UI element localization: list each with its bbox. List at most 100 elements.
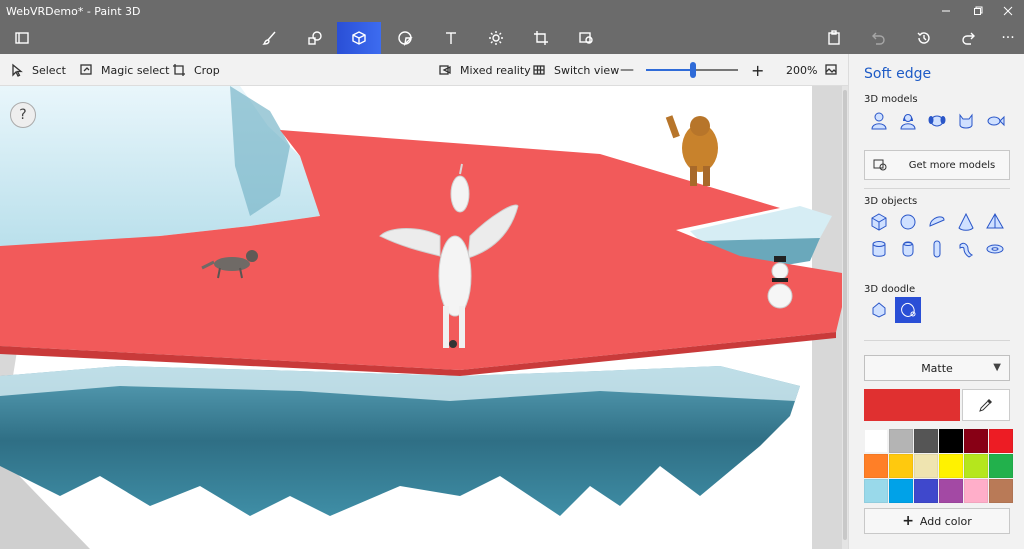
paste-icon [828, 30, 840, 45]
select-label: Select [32, 63, 66, 77]
add-color-label: Add color [919, 514, 972, 528]
select-button[interactable]: Select [10, 54, 66, 86]
canvas-area[interactable] [0, 86, 848, 549]
current-color-swatch[interactable] [864, 389, 960, 421]
palette-swatch[interactable] [864, 429, 888, 453]
redo-button[interactable] [947, 22, 991, 54]
doodle-soft-edge-button[interactable] [895, 297, 921, 323]
palette-swatch[interactable] [914, 429, 938, 453]
cat-icon [959, 113, 973, 129]
object-cylinder-button[interactable] [866, 236, 892, 262]
object-capsule-button[interactable] [924, 236, 950, 262]
palette-swatch[interactable] [964, 479, 988, 503]
switch-view-button[interactable]: Switch view [532, 54, 619, 86]
canvas-crop-icon [534, 31, 548, 45]
menu-button[interactable] [0, 22, 44, 54]
get-more-models-label: Get more models [908, 159, 996, 171]
palette-swatch[interactable] [964, 454, 988, 478]
palette-swatch[interactable] [939, 429, 963, 453]
magic-select-button[interactable]: Magic select [79, 54, 170, 86]
palette-swatch[interactable] [889, 429, 913, 453]
palette-swatch[interactable] [989, 429, 1013, 453]
cube-icon [352, 31, 366, 45]
command-bar: Select Magic select Crop Mixed reality S… [0, 54, 848, 86]
crop-button[interactable]: Crop [172, 54, 220, 86]
eyedropper-button[interactable] [962, 389, 1010, 421]
title-bar: WebVRDemo* - Paint 3D [0, 0, 1024, 22]
palette-swatch[interactable] [864, 454, 888, 478]
object-torus-curve-button[interactable] [953, 236, 979, 262]
mixed-reality-label: Mixed reality [460, 63, 531, 77]
canvas-tool[interactable] [519, 22, 563, 54]
cylinder-icon [872, 241, 886, 257]
undo-button[interactable] [856, 22, 900, 54]
palette-swatch[interactable] [889, 479, 913, 503]
scene-3d[interactable] [0, 86, 848, 549]
cube-icon [871, 213, 887, 231]
model-cat-button[interactable] [953, 108, 979, 134]
object-pyramid-button[interactable] [982, 209, 1008, 235]
zoom-level: 200% [786, 63, 818, 77]
help-button[interactable]: ? [10, 102, 36, 128]
palette-swatch[interactable] [939, 479, 963, 503]
shapes-2d-icon [308, 31, 322, 45]
folder-icon [15, 32, 29, 44]
object-cone-button[interactable] [953, 209, 979, 235]
object-tube-button[interactable] [895, 236, 921, 262]
remix-icon [873, 159, 887, 171]
zoom-in-button[interactable]: + [751, 54, 764, 86]
2d-shapes-tool[interactable] [293, 22, 337, 54]
brushes-tool[interactable] [248, 22, 292, 54]
object-sphere-button[interactable] [895, 209, 921, 235]
magic-select-icon [80, 64, 92, 75]
side-panel: Soft edge 3D models Get more models 3D o… [848, 54, 1024, 549]
model-woman-button[interactable] [895, 108, 921, 134]
objects-section-label: 3D objects [864, 196, 918, 207]
image-view-icon [825, 64, 837, 75]
tube-icon [902, 241, 914, 257]
doodle-sharp-edge-button[interactable] [866, 297, 892, 323]
zoom-slider-thumb[interactable] [690, 62, 696, 78]
zoom-out-button[interactable]: — [620, 54, 634, 86]
palette-swatch[interactable] [914, 479, 938, 503]
get-more-models-button[interactable]: Get more models [864, 150, 1010, 180]
maximize-button[interactable] [962, 0, 994, 22]
undo-icon [872, 32, 885, 45]
plus-icon: + [902, 513, 914, 529]
redo-icon [962, 32, 975, 45]
palette-swatch[interactable] [914, 454, 938, 478]
model-dog-button[interactable] [924, 108, 950, 134]
remix-3d-tool[interactable] [564, 22, 608, 54]
minimize-button[interactable] [930, 0, 962, 22]
scrollbar-thumb[interactable] [843, 90, 847, 540]
effects-tool[interactable] [474, 22, 518, 54]
mixed-reality-button[interactable]: Mixed reality [438, 54, 531, 86]
object-donut-button[interactable] [982, 236, 1008, 262]
paste-button[interactable] [812, 22, 856, 54]
3d-shapes-tool[interactable] [337, 22, 381, 54]
color-palette [864, 429, 1013, 503]
add-color-button[interactable]: + Add color [864, 508, 1010, 534]
palette-swatch[interactable] [889, 454, 913, 478]
close-button[interactable] [992, 0, 1024, 22]
palette-swatch[interactable] [939, 454, 963, 478]
donut-icon [986, 244, 1004, 254]
object-cube-button[interactable] [866, 209, 892, 235]
palette-swatch[interactable] [989, 454, 1013, 478]
fit-view-button[interactable] [824, 54, 838, 86]
history-icon [917, 32, 930, 44]
model-fish-button[interactable] [982, 108, 1008, 134]
more-button[interactable]: ··· [986, 22, 1024, 54]
object-hemisphere-button[interactable] [924, 209, 950, 235]
material-dropdown[interactable]: Matte ▼ [864, 355, 1010, 381]
main-toolbar: ··· [0, 22, 1024, 54]
model-person-button[interactable] [866, 108, 892, 134]
pyramid-icon [986, 212, 1004, 229]
palette-swatch[interactable] [864, 479, 888, 503]
palette-swatch[interactable] [989, 479, 1013, 503]
sun-icon [489, 31, 503, 45]
palette-swatch[interactable] [964, 429, 988, 453]
text-tool[interactable] [429, 22, 473, 54]
stickers-tool[interactable] [383, 22, 427, 54]
history-button[interactable] [902, 22, 946, 54]
